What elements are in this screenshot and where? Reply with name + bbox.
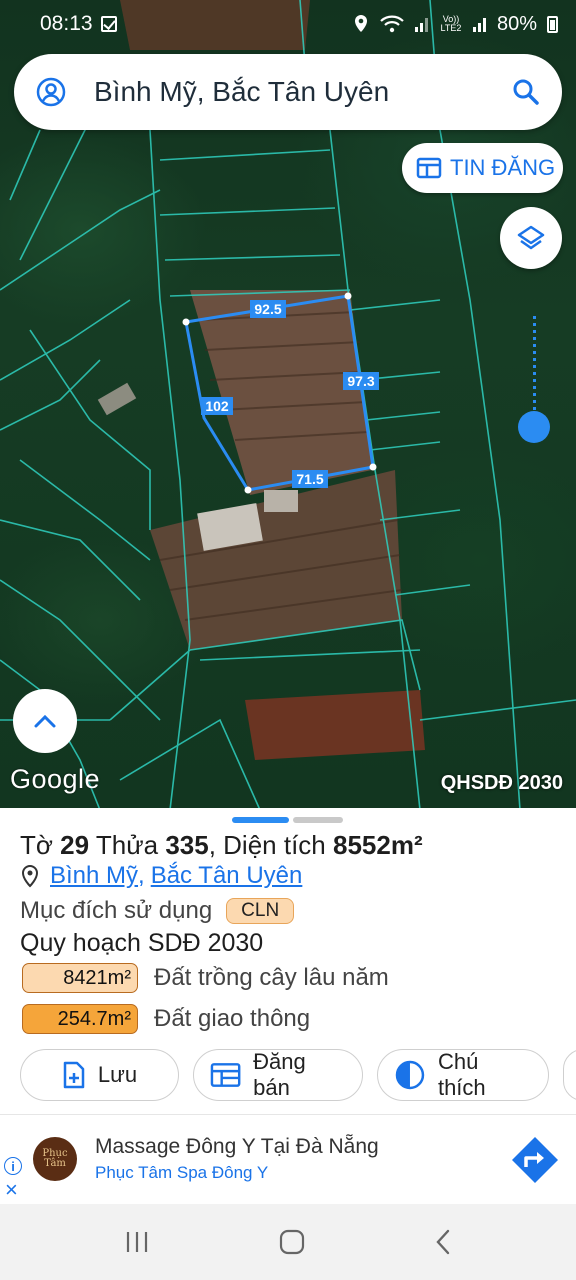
address-commune-link[interactable]: Bình Mỹ — [50, 862, 138, 890]
opacity-slider-track[interactable] — [533, 316, 536, 426]
add-file-icon — [63, 1061, 85, 1089]
listing-board-icon — [416, 157, 442, 179]
action-row: Lưu Đăng bán Chú thích — [20, 1049, 576, 1101]
calendar-icon — [210, 1063, 241, 1087]
ad-title[interactable]: Massage Đông Y Tại Đà Nẵng — [95, 1135, 379, 1159]
planning-title: Quy hoạch SDĐ 2030 — [20, 929, 264, 957]
checkbox-notification-icon — [100, 16, 117, 32]
status-bar: 08:13 Vo)) LTE2 80% — [0, 0, 576, 48]
land-use-area: 8421m² — [22, 963, 138, 993]
layers-icon — [517, 225, 545, 250]
sheet-handle-active[interactable] — [232, 817, 289, 823]
location-icon — [354, 15, 367, 32]
network-label: Vo)) LTE2 — [440, 14, 462, 33]
search-bar[interactable]: Bình Mỹ, Bắc Tân Uyên — [14, 54, 562, 130]
parcel-info-sheet: Tờ 29 Thửa 335, Diện tích 8552m² Bình Mỹ… — [0, 808, 576, 1114]
back-icon[interactable] — [434, 1228, 452, 1256]
land-use-row: 254.7m² Đất giao thông — [22, 1004, 310, 1034]
post-for-sale-button[interactable]: Đăng bán — [193, 1049, 363, 1101]
legend-label: Chú thích — [437, 1049, 486, 1100]
ad-banner[interactable]: i × Phục Tâm Massage Đông Y Tại Đà Nẵng … — [0, 1114, 576, 1204]
battery-icon — [547, 15, 558, 33]
save-button[interactable]: Lưu — [20, 1049, 179, 1101]
search-title[interactable]: Bình Mỹ, Bắc Tân Uyên — [94, 76, 512, 108]
address-separator: , — [138, 862, 145, 889]
edge-label-bottom: 71.5 — [296, 471, 323, 487]
parcel-title: Tờ 29 Thửa 335, Diện tích 8552m² — [20, 830, 423, 860]
recent-apps-icon[interactable] — [124, 1230, 150, 1254]
post-listings-button[interactable]: TIN ĐĂNG — [402, 143, 563, 193]
land-use-row: 8421m² Đất trồng cây lâu năm — [22, 963, 389, 993]
wifi-icon — [380, 15, 404, 33]
edge-label-left: 102 — [205, 398, 229, 414]
land-use-area: 254.7m² — [22, 1004, 138, 1034]
search-icon[interactable] — [512, 78, 540, 106]
half-circle-icon — [395, 1060, 425, 1090]
legend-button[interactable]: Chú thích — [377, 1049, 549, 1101]
location-pin-icon — [21, 864, 39, 888]
ad-close-icon[interactable]: × — [5, 1179, 18, 1201]
land-purpose-label: Mục đích sử dụng — [20, 897, 213, 924]
address-district-link[interactable]: Bắc Tân Uyên — [151, 862, 303, 890]
signal-icon — [414, 18, 428, 32]
ad-logo: Phục Tâm — [33, 1137, 77, 1181]
account-icon[interactable] — [36, 77, 66, 107]
ad-info-icon[interactable]: i — [4, 1157, 22, 1175]
system-nav-bar — [0, 1204, 576, 1280]
address-row: Bình Mỹ , Bắc Tân Uyên — [20, 862, 302, 890]
status-time: 08:13 — [40, 12, 93, 35]
post-listings-label: TIN ĐĂNG — [450, 155, 556, 180]
chevron-up-icon — [34, 714, 56, 728]
layers-button[interactable] — [500, 207, 562, 269]
post-for-sale-label: Đăng bán — [253, 1049, 306, 1100]
sheet-handle-inactive[interactable] — [293, 817, 343, 823]
land-purpose-row: Mục đích sử dụng CLN — [20, 897, 295, 925]
home-icon[interactable] — [278, 1228, 306, 1256]
save-label: Lưu — [97, 1062, 138, 1087]
expand-up-button[interactable] — [13, 689, 77, 753]
land-use-name: Đất trồng cây lâu năm — [154, 964, 389, 991]
map-view[interactable]: 92.5 102 97.3 71.5 08:13 Vo)) LTE2 80% B… — [0, 0, 576, 810]
land-use-name: Đất giao thông — [154, 1005, 311, 1032]
battery-percent: 80% — [496, 12, 537, 35]
signal-icon-2 — [472, 18, 486, 32]
opacity-slider-thumb[interactable] — [518, 411, 550, 443]
edge-label-top: 92.5 — [254, 301, 281, 317]
edge-label-right: 97.3 — [347, 373, 374, 389]
google-logo: Google — [10, 764, 101, 794]
planning-layer-label: QHSDĐ 2030 — [440, 772, 563, 794]
directions-icon[interactable] — [510, 1135, 560, 1185]
ad-subtitle[interactable]: Phục Tâm Spa Đông Y — [95, 1163, 268, 1183]
land-purpose-badge: CLN — [226, 898, 295, 924]
more-actions-button[interactable] — [563, 1049, 576, 1101]
